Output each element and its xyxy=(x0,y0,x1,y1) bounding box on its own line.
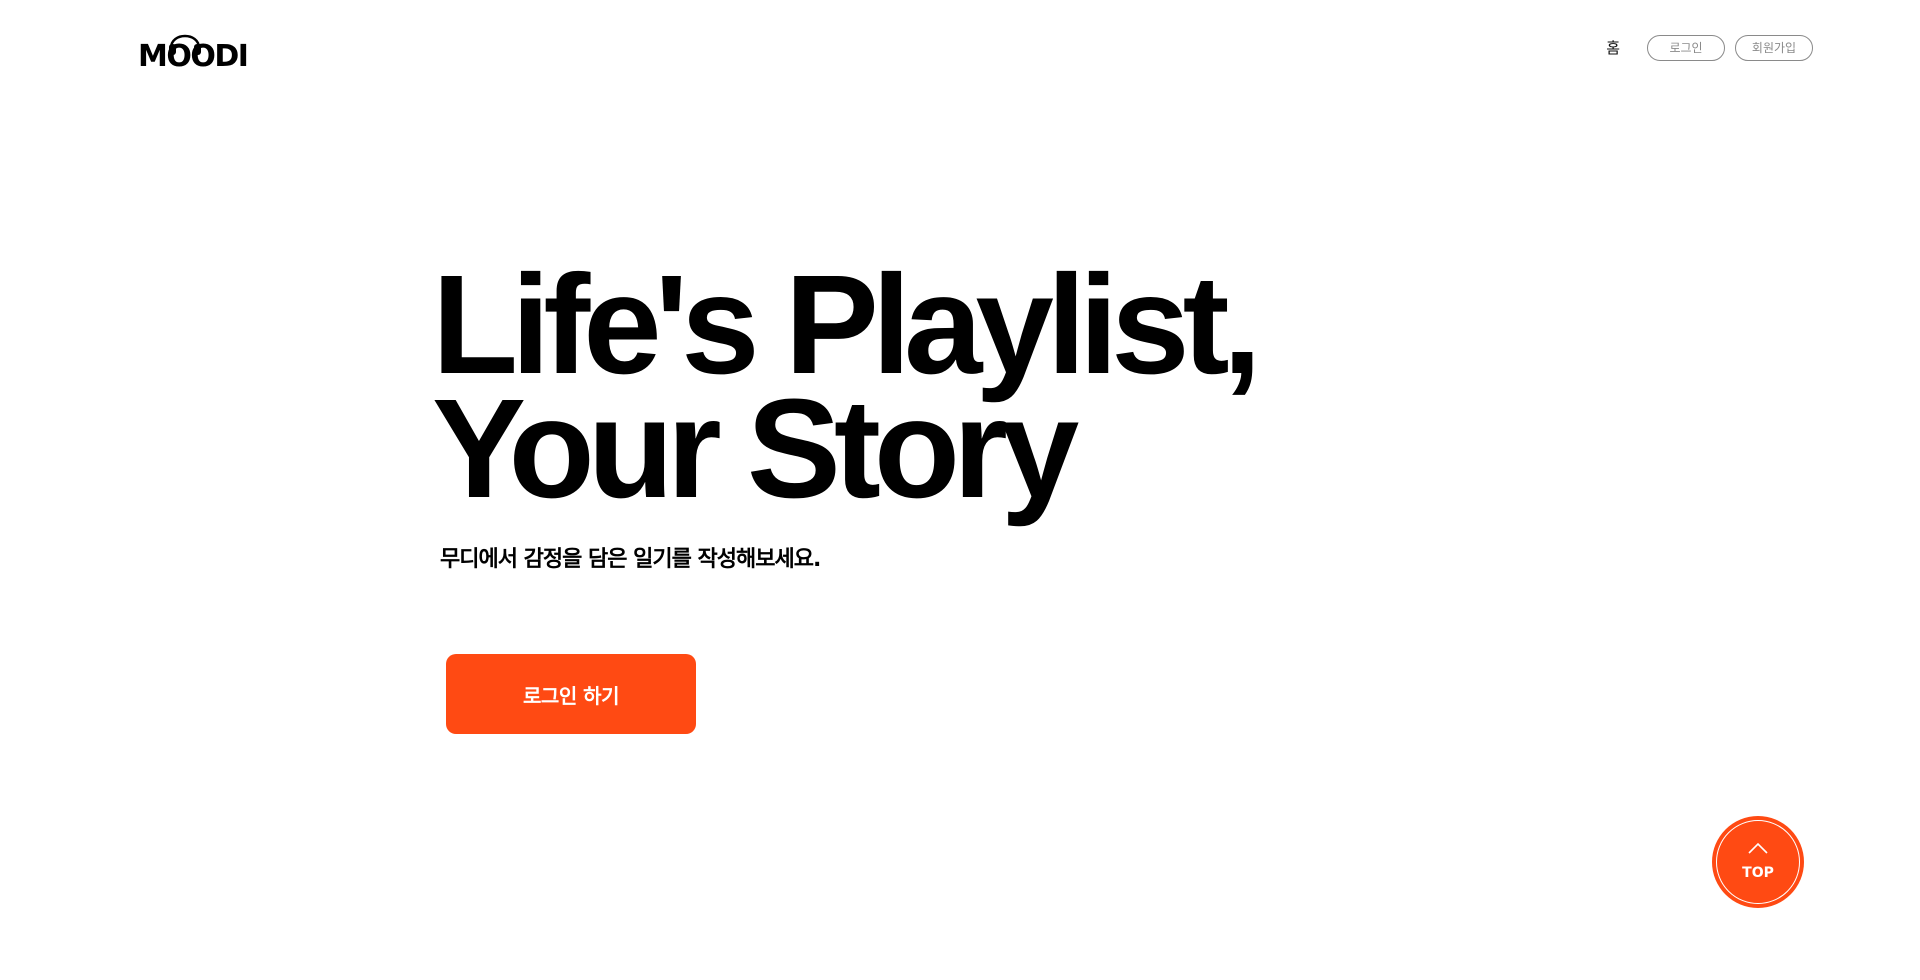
top-button-ring xyxy=(1716,820,1800,904)
login-cta-button[interactable]: 로그인 하기 xyxy=(446,654,696,734)
hero-title: Life's Playlist, Your Story xyxy=(432,245,1262,527)
hero-title-line-2: Your Story xyxy=(432,369,1079,527)
scroll-top-button[interactable]: TOP xyxy=(1712,816,1804,908)
signup-button[interactable]: 회원가입 xyxy=(1735,35,1813,61)
top-nav: 홈 로그인 회원가입 xyxy=(1606,34,1813,62)
nav-home-link[interactable]: 홈 xyxy=(1606,34,1620,62)
login-button[interactable]: 로그인 xyxy=(1647,35,1725,61)
logo[interactable]: MOODI xyxy=(138,26,249,74)
chevron-up-icon xyxy=(1748,842,1768,854)
hero-title-line-1: Life's Playlist, xyxy=(432,245,1262,403)
hero-subtitle: 무디에서 감정을 담은 일기를 작성해보세요. xyxy=(440,547,821,572)
landing-page: MOODI 홈 로그인 회원가입 Life's Playlist, Your S… xyxy=(0,0,1920,980)
logo-text: MOODI xyxy=(138,39,249,74)
top-button-label: TOP xyxy=(1742,865,1774,881)
